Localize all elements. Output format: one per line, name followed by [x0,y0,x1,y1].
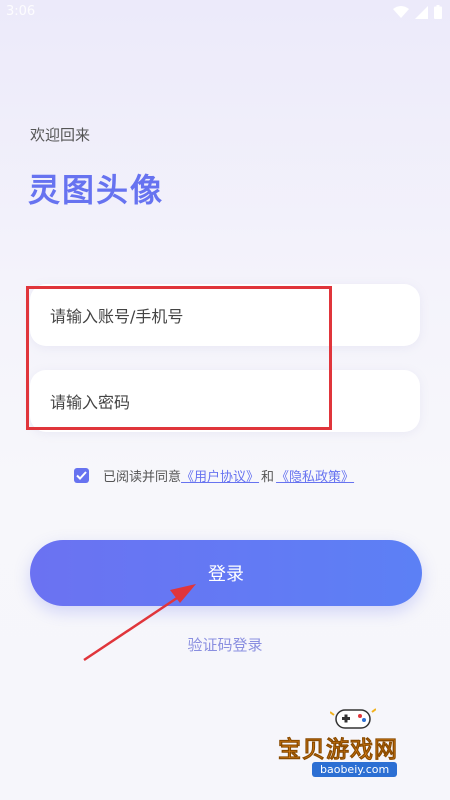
watermark-logo: 宝贝游戏网 baobeiy.com [278,700,438,790]
pointer-arrow-icon [83,584,196,662]
gamepad-icon [330,708,376,729]
watermark-name: 宝贝游戏网 [278,737,398,764]
watermark-url: baobeiy.com [312,762,398,777]
